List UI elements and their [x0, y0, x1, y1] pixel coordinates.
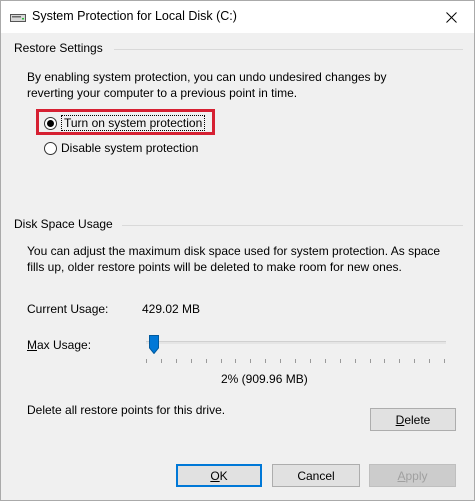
- ok-button[interactable]: OK: [176, 464, 262, 487]
- radio-disable-protection[interactable]: Disable system protection: [44, 141, 198, 155]
- current-usage-label: Current Usage:: [27, 302, 109, 316]
- delete-restore-points-text: Delete all restore points for this drive…: [27, 403, 226, 417]
- title-bar: System Protection for Local Disk (C:): [1, 1, 474, 33]
- system-protection-dialog: System Protection for Local Disk (C:) Re…: [0, 0, 475, 501]
- slider-tick: [324, 359, 326, 363]
- slider-ticks: [146, 359, 445, 363]
- restore-description-line2: reverting your computer to a previous po…: [27, 86, 298, 100]
- slider-tick: [220, 359, 222, 363]
- slider-tick: [399, 359, 401, 363]
- slider-tick: [160, 359, 162, 363]
- slider-tick: [190, 359, 192, 363]
- slider-tick: [384, 359, 386, 363]
- slider-tick: [250, 359, 252, 363]
- cancel-button[interactable]: Cancel: [272, 464, 360, 487]
- slider-tick: [444, 359, 445, 363]
- restore-description-line1: By enabling system protection, you can u…: [27, 70, 387, 84]
- delete-button[interactable]: Delete: [370, 408, 456, 431]
- radio-label-turn-on: Turn on system protection: [61, 115, 206, 131]
- disk-space-group-label: Disk Space Usage: [14, 217, 113, 231]
- slider-tick: [146, 359, 147, 363]
- current-usage-value: 429.02 MB: [142, 302, 201, 316]
- slider-tick: [235, 359, 237, 363]
- disk-drive-icon: [10, 14, 26, 22]
- close-icon: [445, 11, 457, 23]
- slider-tick: [265, 359, 267, 363]
- slider-tick: [354, 359, 356, 363]
- slider-tick: [295, 359, 296, 363]
- slider-tick: [339, 359, 341, 363]
- apply-button[interactable]: Apply: [369, 464, 456, 487]
- radio-button-checked[interactable]: [44, 116, 57, 130]
- disk-description-line1: You can adjust the maximum disk space us…: [27, 244, 441, 258]
- slider-tick: [175, 359, 177, 363]
- restore-settings-divider: [114, 49, 463, 50]
- slider-tick: [369, 359, 371, 363]
- slider-tick: [309, 359, 311, 363]
- slider-tick: [205, 359, 207, 363]
- max-usage-slider-track[interactable]: [146, 341, 446, 344]
- disk-description-line2: fills up, older restore points will be d…: [27, 260, 402, 274]
- slider-tick: [414, 359, 416, 363]
- radio-button-unchecked[interactable]: [44, 141, 57, 155]
- disk-space-divider: [122, 225, 463, 226]
- close-button[interactable]: [428, 1, 474, 33]
- window-title: System Protection for Local Disk (C:): [32, 9, 237, 23]
- slider-tick: [280, 359, 282, 363]
- radio-label-disable: Disable system protection: [61, 141, 199, 155]
- max-usage-slider-thumb[interactable]: [149, 335, 159, 354]
- restore-settings-group-label: Restore Settings: [14, 41, 103, 55]
- radio-turn-on-protection[interactable]: Turn on system protection: [44, 115, 206, 131]
- max-usage-display: 2% (909.96 MB): [221, 372, 308, 386]
- max-usage-label: Max Usage:: [27, 338, 92, 352]
- slider-tick: [429, 359, 431, 363]
